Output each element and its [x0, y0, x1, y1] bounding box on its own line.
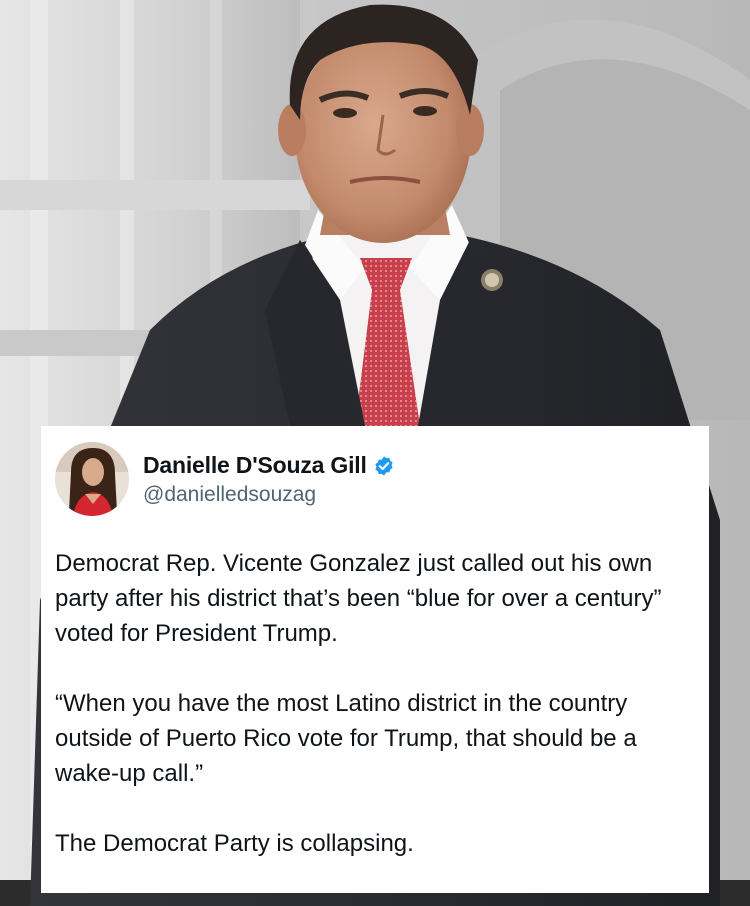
author-handle[interactable]: @danielledsouzag — [143, 483, 395, 507]
tweet-paragraph: The Democrat Party is collapsing. — [55, 830, 414, 857]
author-line: Danielle D'Souza Gill — [143, 452, 395, 479]
tweet-body: Democrat Rep. Vicente Gonzalez just call… — [55, 546, 695, 861]
tweet-paragraph: Democrat Rep. Vicente Gonzalez just call… — [55, 550, 662, 647]
author-name[interactable]: Danielle D'Souza Gill — [143, 452, 367, 479]
avatar[interactable] — [55, 442, 129, 516]
tweet-paragraph: “When you have the most Latino district … — [55, 690, 637, 787]
author-block: Danielle D'Souza Gill @danielledsouzag — [143, 442, 395, 507]
verified-badge-icon — [373, 455, 395, 477]
tweet-card: Danielle D'Souza Gill @danielledsouzag D… — [41, 426, 709, 893]
tweet-header: Danielle D'Souza Gill @danielledsouzag — [55, 442, 695, 522]
